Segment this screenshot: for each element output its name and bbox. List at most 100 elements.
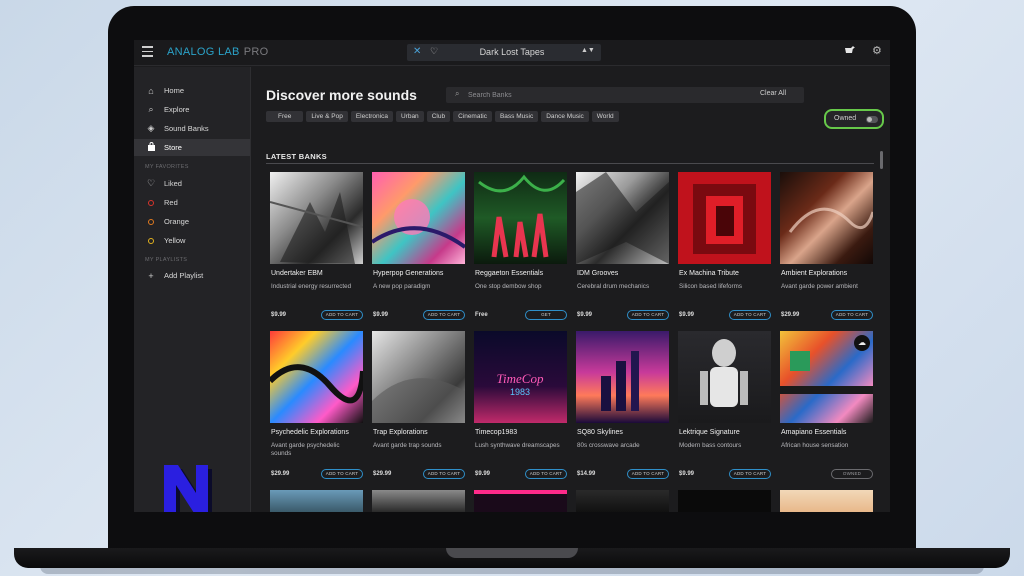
bank-card[interactable]: Reggaeton Essentials One stop dembow sho… xyxy=(474,172,567,322)
filter-chip[interactable]: Club xyxy=(426,111,451,122)
bank-description: Modern bass contours xyxy=(679,442,742,449)
filter-chip[interactable]: Dance Music xyxy=(541,111,589,122)
bank-description: African house sensation xyxy=(781,442,849,449)
sidebar-item-explore[interactable]: ⌕ Explore xyxy=(134,101,250,118)
search-input[interactable] xyxy=(468,89,668,101)
filter-chip[interactable]: Live & Pop xyxy=(306,111,348,122)
bank-artwork xyxy=(780,490,873,512)
filter-chip[interactable]: Free xyxy=(266,111,304,122)
bank-artwork xyxy=(576,172,669,264)
sidebar-item-store[interactable]: Store xyxy=(134,139,250,156)
add-to-cart-button[interactable]: ADD TO CART xyxy=(423,469,465,479)
bank-artwork: TimeCop 1983 xyxy=(474,331,567,423)
bank-card[interactable] xyxy=(474,490,567,512)
bank-card[interactable] xyxy=(372,490,465,512)
bank-card[interactable]: Ambient Explorations Avant garde power a… xyxy=(780,172,873,322)
bank-card[interactable] xyxy=(576,490,669,512)
filter-chip[interactable]: Cinematic xyxy=(453,111,492,122)
bank-card[interactable]: Undertaker EBM Industrial energy resurre… xyxy=(270,172,363,322)
bank-card[interactable]: ☁ Amapiano Essentials African house sens… xyxy=(780,331,873,481)
toggle-switch[interactable] xyxy=(866,116,878,123)
sidebar-item-orange[interactable]: Orange xyxy=(134,213,250,230)
bank-artwork xyxy=(678,331,771,423)
bank-price: $29.99 xyxy=(373,471,392,477)
add-to-cart-button[interactable]: ADD TO CART xyxy=(321,469,363,479)
add-playlist-button[interactable]: + Add Playlist xyxy=(134,267,250,284)
add-to-cart-button[interactable]: ADD TO CART xyxy=(729,469,771,479)
cart-icon[interactable] xyxy=(844,45,856,59)
bank-title: Undertaker EBM xyxy=(271,270,323,277)
owned-label: Owned xyxy=(834,115,857,122)
cloud-download-icon[interactable]: ☁ xyxy=(854,335,870,351)
hamburger-menu-icon[interactable] xyxy=(142,46,153,57)
bank-artwork xyxy=(270,490,363,512)
bank-card[interactable] xyxy=(678,490,771,512)
bank-title: Amapiano Essentials xyxy=(781,429,847,436)
add-to-cart-button[interactable]: ADD TO CART xyxy=(627,469,669,479)
brand-suffix: PRO xyxy=(243,46,269,58)
heart-icon[interactable]: ♡ xyxy=(430,46,438,57)
filter-chip[interactable]: Electronica xyxy=(350,111,393,122)
bank-card[interactable] xyxy=(270,490,363,512)
bank-card[interactable]: Trap Explorations Avant garde trap sound… xyxy=(372,331,465,481)
main-content: Discover more sounds ⌕ Clear All Free Li… xyxy=(252,67,890,512)
bank-price: Free xyxy=(475,312,488,318)
app-brand: ANALOG LAB PRO xyxy=(167,46,268,58)
bank-artwork xyxy=(474,490,567,512)
add-to-cart-button[interactable]: ADD TO CART xyxy=(729,310,771,320)
bank-description: 80s crosswave arcade xyxy=(577,442,640,449)
add-to-cart-button[interactable]: ADD TO CART xyxy=(831,310,873,320)
sidebar-item-label: Home xyxy=(164,86,185,95)
scrollbar[interactable] xyxy=(880,151,883,169)
bank-card[interactable]: Psychedelic Explorations Avant garde psy… xyxy=(270,331,363,481)
sidebar-item-liked[interactable]: ♡ Liked xyxy=(134,175,250,192)
add-to-cart-button[interactable]: ADD TO CART xyxy=(627,310,669,320)
preset-selector[interactable]: ✕ ♡ Dark Lost Tapes ▲▼ xyxy=(407,44,601,61)
add-to-cart-button[interactable]: ADD TO CART xyxy=(423,310,465,320)
bank-artwork xyxy=(576,331,669,423)
sidebar: ⌂ Home ⌕ Explore ◈ Sound Banks Store MY … xyxy=(134,67,251,512)
bank-price: $9.99 xyxy=(271,312,287,318)
svg-text:TimeCop: TimeCop xyxy=(497,371,544,386)
filter-chip[interactable]: Bass Music xyxy=(494,111,539,122)
bank-card[interactable]: SQ80 Skylines 80s crosswave arcade $14.9… xyxy=(576,331,669,481)
bank-card[interactable]: TimeCop 1983 Timecop1983 Lush synthwave d… xyxy=(474,331,567,481)
bank-artwork xyxy=(372,490,465,512)
close-icon[interactable]: ✕ xyxy=(413,46,421,57)
filter-chip[interactable]: Urban xyxy=(395,111,424,122)
sidebar-item-home[interactable]: ⌂ Home xyxy=(134,82,250,99)
add-to-cart-button[interactable]: ADD TO CART xyxy=(525,469,567,479)
brand-name: ANALOG LAB xyxy=(167,46,240,58)
clear-all-button[interactable]: Clear All xyxy=(760,90,786,97)
bank-card[interactable]: Hyperpop Generations A new pop paradigm … xyxy=(372,172,465,322)
bank-card[interactable]: Ex Machina Tribute Silicon based lifefor… xyxy=(678,172,771,322)
bank-artwork xyxy=(372,331,465,423)
bank-artwork: ☁ xyxy=(780,331,873,423)
bank-description: Industrial energy resurrected xyxy=(271,283,352,290)
owned-button[interactable]: OWNED xyxy=(831,469,873,479)
sidebar-item-sound-banks[interactable]: ◈ Sound Banks xyxy=(134,120,250,137)
sidebar-item-label: Explore xyxy=(164,105,190,114)
get-button[interactable]: GET xyxy=(525,310,567,320)
sidebar-item-red[interactable]: Red xyxy=(134,194,250,211)
filter-chip[interactable]: World xyxy=(591,111,619,122)
bank-price: $14.99 xyxy=(577,471,596,477)
preset-arrows-icon[interactable]: ▲▼ xyxy=(581,47,595,54)
search-bar[interactable]: ⌕ Clear All xyxy=(446,87,804,103)
sidebar-item-label: Store xyxy=(164,143,182,152)
bank-card[interactable]: IDM Grooves Cerebral drum mechanics $9.9… xyxy=(576,172,669,322)
bank-price: $9.99 xyxy=(373,312,389,318)
filter-chips: Free Live & Pop Electronica Urban Club C… xyxy=(266,111,622,122)
sidebar-item-label: Add Playlist xyxy=(164,271,204,280)
bank-artwork xyxy=(372,172,465,264)
orange-dot-icon xyxy=(144,217,158,227)
owned-toggle[interactable]: Owned xyxy=(824,109,884,129)
bank-card[interactable] xyxy=(780,490,873,512)
favorites-header: MY FAVORITES xyxy=(145,164,189,170)
bank-card[interactable]: Lektrique Signature Modern bass contours… xyxy=(678,331,771,481)
bank-title: SQ80 Skylines xyxy=(577,429,623,436)
gear-icon[interactable]: ⚙ xyxy=(872,44,882,57)
search-icon: ⌕ xyxy=(455,89,460,98)
sidebar-item-yellow[interactable]: Yellow xyxy=(134,232,250,249)
add-to-cart-button[interactable]: ADD TO CART xyxy=(321,310,363,320)
